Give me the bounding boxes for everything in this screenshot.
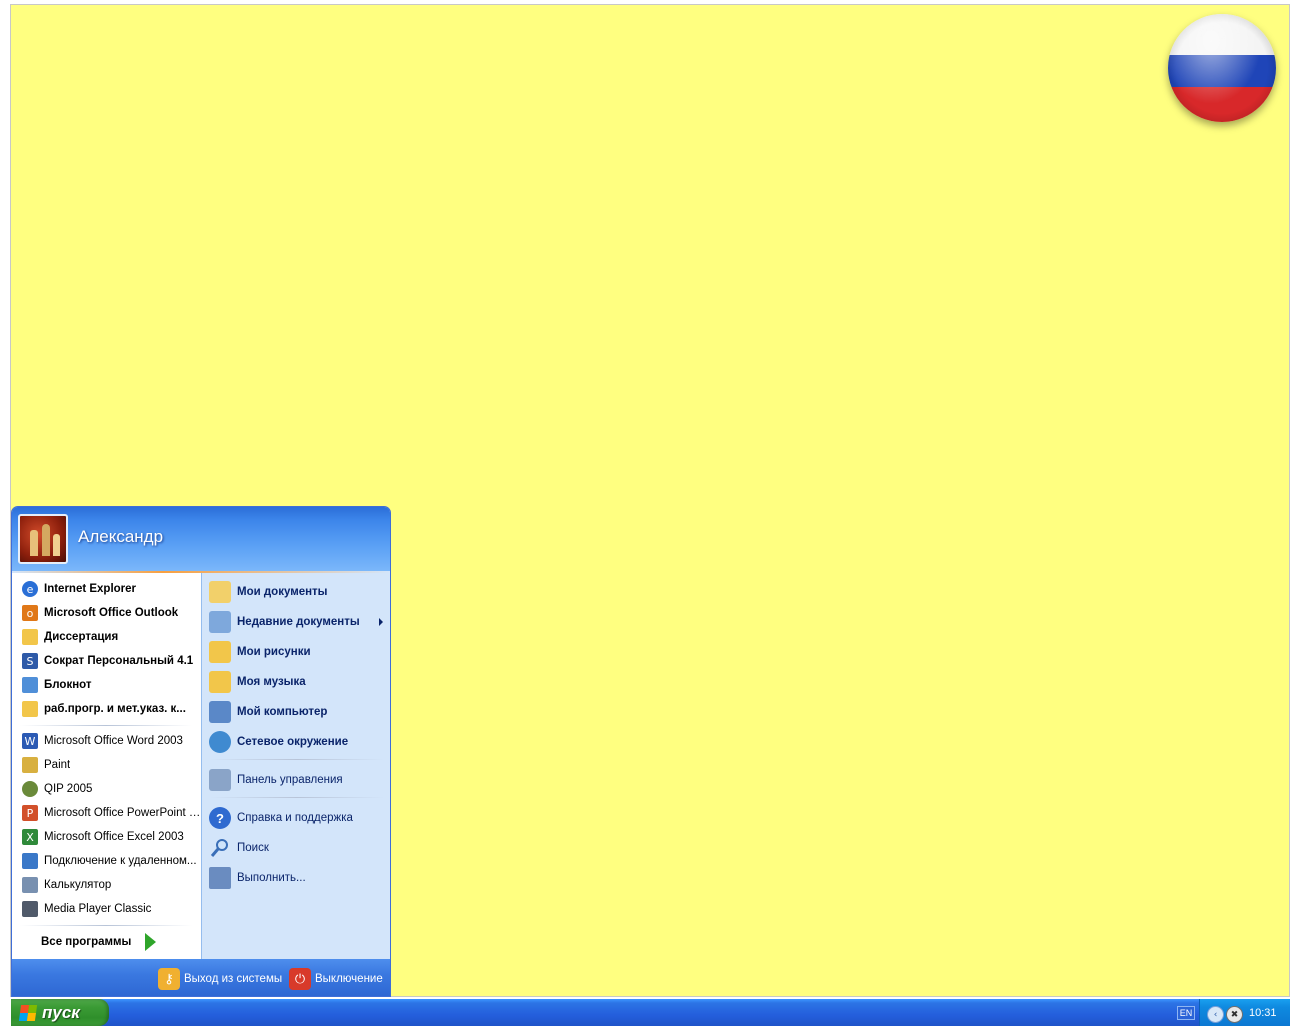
program-socrat[interactable]: S Сократ Персональный 4.1: [12, 649, 201, 673]
start-menu-footer: ⚷ Выход из системы ⏻ Выключение: [12, 959, 390, 996]
my-documents-icon: [209, 581, 231, 603]
place-my-documents[interactable]: Мои документы: [202, 578, 390, 606]
program-powerpoint[interactable]: P Microsoft Office PowerPoint 2...: [12, 801, 201, 825]
place-my-pictures[interactable]: Мои рисунки: [202, 638, 390, 666]
tray-app-icon[interactable]: ✖: [1226, 1006, 1243, 1023]
my-music-icon: [209, 671, 231, 693]
program-remote-desktop[interactable]: Подключение к удаленном...: [12, 849, 201, 873]
russian-flag-icon[interactable]: [1168, 14, 1276, 122]
remote-desktop-icon: [22, 853, 38, 869]
user-name: Александр: [78, 527, 164, 546]
program-qip[interactable]: QIP 2005: [12, 777, 201, 801]
help-icon: ?: [209, 807, 231, 829]
programs-pane: e Internet Explorer o Microsoft Office O…: [12, 573, 201, 959]
places-pane: Мои документы Недавние документы Мои рис…: [201, 573, 390, 959]
calculator-icon: [22, 877, 38, 893]
run-icon: [209, 867, 231, 889]
my-pictures-icon: [209, 641, 231, 663]
all-programs-button[interactable]: Все программы: [12, 927, 201, 957]
place-control-panel[interactable]: Панель управления: [202, 766, 390, 794]
outlook-icon: o: [22, 605, 38, 621]
logoff-button[interactable]: ⚷ Выход из системы: [158, 967, 282, 991]
user-avatar[interactable]: [18, 514, 68, 564]
excel-icon: X: [22, 829, 38, 845]
socrat-icon: S: [22, 653, 38, 669]
program-media-player-classic[interactable]: Media Player Classic: [12, 897, 201, 921]
submenu-arrow-icon: [379, 618, 383, 626]
folder-icon: [22, 701, 38, 717]
my-computer-icon: [209, 701, 231, 723]
program-paint[interactable]: Paint: [12, 753, 201, 777]
language-indicator[interactable]: EN: [1177, 1006, 1195, 1020]
paint-icon: [22, 757, 38, 773]
clock[interactable]: 10:31: [1249, 1007, 1277, 1019]
green-arrow-icon: [145, 933, 157, 951]
settings-separator: [210, 797, 384, 798]
qip-icon: [22, 781, 38, 797]
logoff-key-icon: ⚷: [158, 968, 180, 990]
taskbar[interactable]: [11, 999, 1290, 1026]
program-work-programs-folder[interactable]: раб.прогр. и мет.указ. к...: [12, 697, 201, 721]
place-my-computer[interactable]: Мой компьютер: [202, 698, 390, 726]
shutdown-button[interactable]: ⏻ Выключение: [289, 967, 383, 991]
start-menu-header: Александр: [12, 507, 390, 571]
control-panel-icon: [209, 769, 231, 791]
recent-documents-icon: [209, 611, 231, 633]
place-run[interactable]: Выполнить...: [202, 864, 390, 892]
place-my-music[interactable]: Моя музыка: [202, 668, 390, 696]
pinned-separator: [20, 725, 192, 726]
start-button[interactable]: пуск: [11, 999, 109, 1026]
program-dissertation-folder[interactable]: Диссертация: [12, 625, 201, 649]
internet-explorer-icon: e: [22, 581, 38, 597]
windows-logo-icon: [18, 1004, 38, 1021]
powerpoint-icon: P: [22, 805, 38, 821]
all-programs-separator: [20, 925, 192, 926]
folder-icon: [22, 629, 38, 645]
power-icon: ⏻: [289, 968, 311, 990]
notepad-icon: [22, 677, 38, 693]
media-player-icon: [22, 901, 38, 917]
program-calculator[interactable]: Калькулятор: [12, 873, 201, 897]
place-search[interactable]: Поиск: [202, 834, 390, 862]
word-icon: W: [22, 733, 38, 749]
program-internet-explorer[interactable]: e Internet Explorer: [12, 577, 201, 601]
program-notepad[interactable]: Блокнот: [12, 673, 201, 697]
search-icon: [209, 837, 231, 859]
place-network-places[interactable]: Сетевое окружение: [202, 728, 390, 756]
places-separator: [210, 759, 384, 760]
program-excel[interactable]: X Microsoft Office Excel 2003: [12, 825, 201, 849]
place-recent-documents[interactable]: Недавние документы: [202, 608, 390, 636]
program-word[interactable]: W Microsoft Office Word 2003: [12, 729, 201, 753]
tray-arrow-icon[interactable]: ‹: [1207, 1006, 1224, 1023]
place-help-support[interactable]: ? Справка и поддержка: [202, 804, 390, 832]
start-menu: Александр e Internet Explorer o Microsof…: [11, 506, 391, 997]
network-places-icon: [209, 731, 231, 753]
program-outlook[interactable]: o Microsoft Office Outlook: [12, 601, 201, 625]
